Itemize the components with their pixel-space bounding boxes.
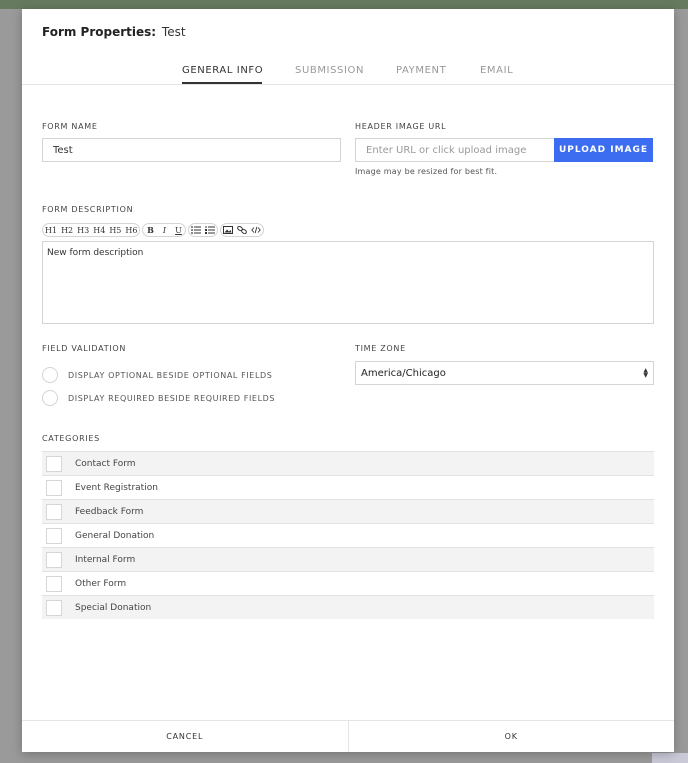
category-label: Feedback Form bbox=[75, 506, 144, 517]
category-item-contact-form[interactable]: Contact Form bbox=[42, 451, 654, 475]
category-checkbox[interactable] bbox=[46, 551, 62, 568]
numbered-list-button[interactable] bbox=[203, 224, 217, 236]
tab-payment[interactable]: PAYMENT bbox=[396, 65, 446, 76]
link-icon bbox=[237, 226, 248, 234]
background-bottom-strip bbox=[652, 753, 688, 763]
required-fields-option[interactable]: DISPLAY REQUIRED BESIDE REQUIRED FIELDS bbox=[42, 390, 275, 406]
background-top-bar bbox=[0, 0, 688, 9]
form-description-label: FORM DESCRIPTION bbox=[42, 205, 134, 214]
category-label: General Donation bbox=[75, 530, 155, 541]
category-label: Event Registration bbox=[75, 482, 158, 493]
insert-link-button[interactable] bbox=[235, 224, 249, 236]
tab-general-info[interactable]: GENERAL INFO bbox=[182, 65, 263, 76]
tab-bar: GENERAL INFO SUBMISSION PAYMENT EMAIL bbox=[22, 65, 674, 85]
select-arrows-icon: ▲ ▼ bbox=[643, 367, 648, 379]
category-checkbox[interactable] bbox=[46, 575, 62, 592]
optional-fields-radio[interactable] bbox=[42, 367, 58, 383]
header-image-hint: Image may be resized for best fit. bbox=[355, 167, 498, 176]
image-icon bbox=[223, 226, 234, 234]
italic-button[interactable]: I bbox=[157, 224, 171, 236]
h4-button[interactable]: H4 bbox=[91, 224, 107, 236]
category-label: Internal Form bbox=[75, 554, 136, 565]
bulleted-list-icon bbox=[191, 226, 202, 234]
optional-fields-label: DISPLAY OPTIONAL BESIDE OPTIONAL FIELDS bbox=[68, 370, 273, 380]
category-item-other-form[interactable]: Other Form bbox=[42, 571, 654, 595]
optional-fields-option[interactable]: DISPLAY OPTIONAL BESIDE OPTIONAL FIELDS bbox=[42, 367, 272, 383]
form-name-label: FORM NAME bbox=[42, 122, 98, 131]
time-zone-label: TIME ZONE bbox=[355, 344, 406, 353]
category-label: Special Donation bbox=[75, 602, 152, 613]
category-checkbox[interactable] bbox=[46, 503, 62, 520]
h6-button[interactable]: H6 bbox=[123, 224, 139, 236]
time-zone-value: America/Chicago bbox=[361, 367, 446, 379]
h1-button[interactable]: H1 bbox=[43, 224, 59, 236]
numbered-list-icon bbox=[205, 226, 216, 234]
tabs-divider bbox=[22, 84, 674, 85]
category-item-internal-form[interactable]: Internal Form bbox=[42, 547, 654, 571]
bold-button[interactable]: B bbox=[143, 224, 157, 236]
category-checkbox[interactable] bbox=[46, 527, 62, 544]
category-checkbox[interactable] bbox=[46, 599, 62, 616]
upload-image-button[interactable]: UPLOAD IMAGE bbox=[554, 138, 653, 162]
category-checkbox[interactable] bbox=[46, 479, 62, 496]
insert-button-group bbox=[220, 223, 265, 237]
category-item-special-donation[interactable]: Special Donation bbox=[42, 595, 654, 619]
list-button-group bbox=[188, 223, 219, 237]
dialog-title-label: Form Properties: bbox=[42, 25, 157, 39]
h5-button[interactable]: H5 bbox=[107, 224, 123, 236]
form-properties-dialog: Form Properties: Test GENERAL INFO SUBMI… bbox=[22, 9, 674, 752]
field-validation-label: FIELD VALIDATION bbox=[42, 344, 127, 353]
heading-button-group: H1 H2 H3 H4 H5 H6 bbox=[42, 223, 141, 237]
tab-email[interactable]: EMAIL bbox=[480, 65, 513, 76]
dialog-form-title: Test bbox=[161, 25, 186, 39]
category-item-general-donation[interactable]: General Donation bbox=[42, 523, 654, 547]
cancel-button[interactable]: CANCEL bbox=[22, 721, 348, 752]
category-label: Other Form bbox=[75, 578, 127, 589]
rich-text-toolbar: H1 H2 H3 H4 H5 H6 B I U bbox=[42, 223, 265, 237]
form-description-editor[interactable]: New form description bbox=[42, 241, 654, 324]
underline-button[interactable]: U bbox=[171, 224, 185, 236]
dialog-footer: CANCEL OK bbox=[22, 720, 674, 752]
categories-label: CATEGORIES bbox=[42, 434, 100, 443]
text-style-button-group: B I U bbox=[142, 223, 187, 237]
header-image-url-input[interactable]: Enter URL or click upload image bbox=[355, 138, 555, 162]
category-checkbox[interactable] bbox=[46, 455, 62, 472]
category-item-event-registration[interactable]: Event Registration bbox=[42, 475, 654, 499]
header-image-url-label: HEADER IMAGE URL bbox=[355, 122, 447, 131]
h2-button[interactable]: H2 bbox=[59, 224, 75, 236]
form-name-input[interactable]: Test bbox=[42, 138, 341, 162]
required-fields-label: DISPLAY REQUIRED BESIDE REQUIRED FIELDS bbox=[68, 393, 276, 403]
tab-submission[interactable]: SUBMISSION bbox=[295, 65, 364, 76]
dialog-title: Form Properties: Test bbox=[42, 25, 186, 39]
category-label: Contact Form bbox=[75, 458, 136, 469]
insert-image-button[interactable] bbox=[221, 224, 235, 236]
h3-button[interactable]: H3 bbox=[75, 224, 91, 236]
required-fields-radio[interactable] bbox=[42, 390, 58, 406]
categories-list: Contact Form Event Registration Feedback… bbox=[42, 451, 654, 619]
bulleted-list-button[interactable] bbox=[189, 224, 203, 236]
code-view-button[interactable] bbox=[249, 224, 263, 236]
category-item-feedback-form[interactable]: Feedback Form bbox=[42, 499, 654, 523]
ok-button[interactable]: OK bbox=[347, 721, 675, 752]
code-icon bbox=[251, 226, 262, 234]
time-zone-select[interactable]: America/Chicago ▲ ▼ bbox=[355, 361, 654, 385]
